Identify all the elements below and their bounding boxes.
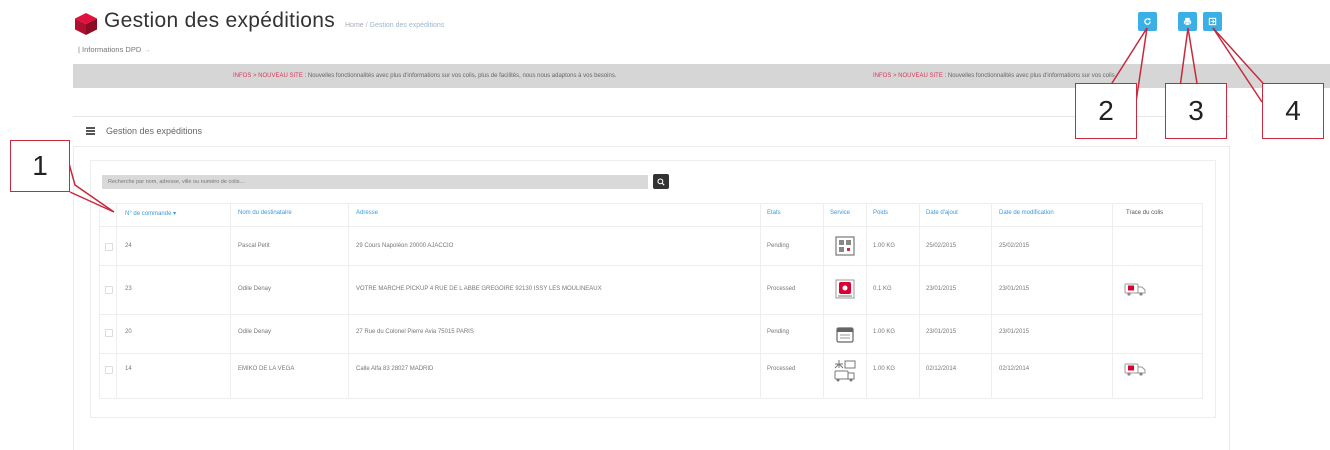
callout-pointer-lines [67,27,1281,213]
callout-1: 1 [10,140,70,192]
callout-2: 2 [1075,83,1137,139]
callout-3: 3 [1165,83,1227,139]
callout-4: 4 [1262,83,1324,139]
